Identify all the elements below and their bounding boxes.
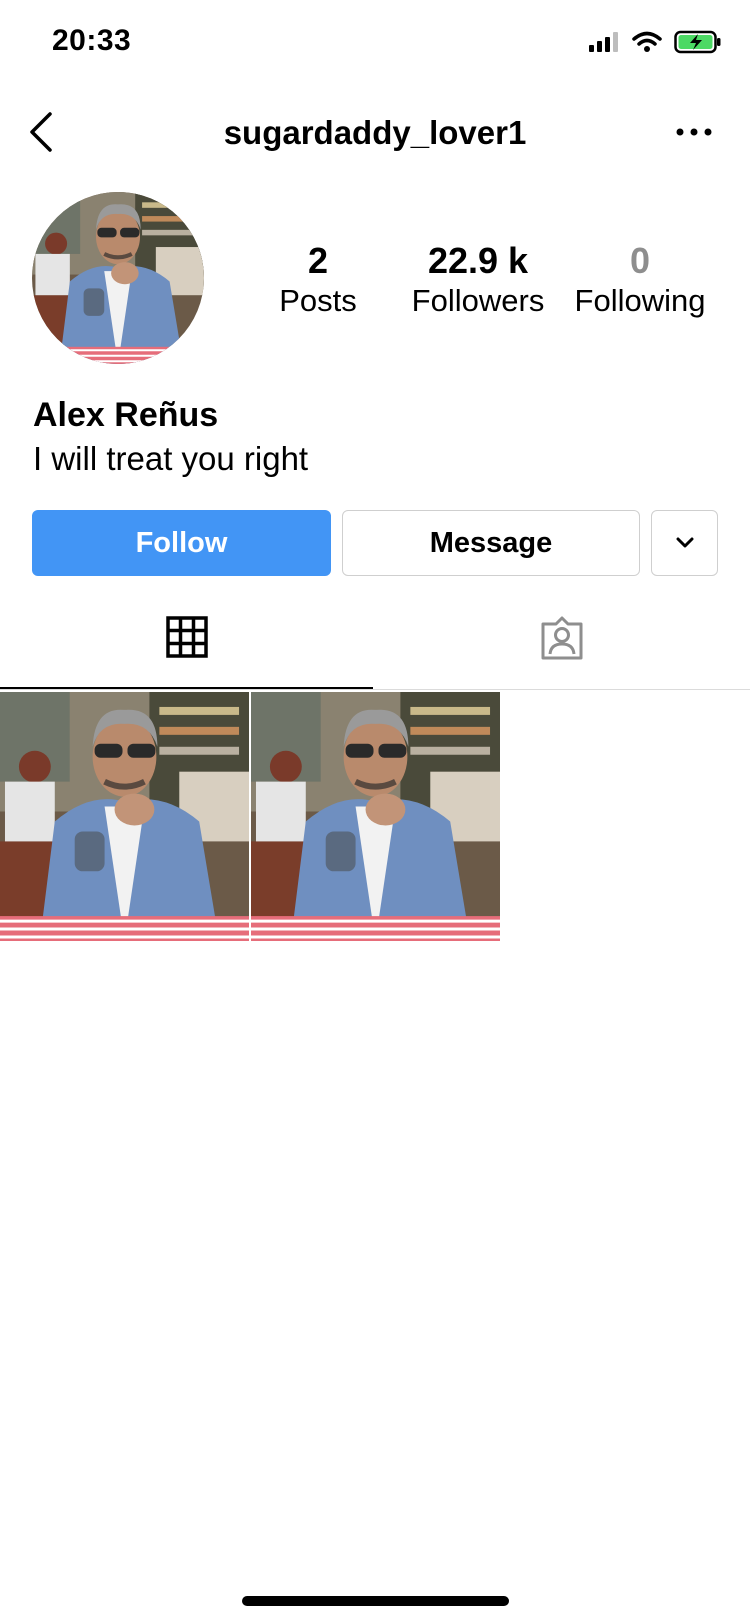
stat-followers[interactable]: 22.9 k Followers — [404, 240, 552, 320]
avatar[interactable] — [32, 192, 204, 364]
stat-followers-value: 22.9 k — [427, 240, 529, 281]
tagged-person-icon — [541, 616, 582, 660]
wifi-icon — [632, 31, 662, 52]
stat-following-label: Following — [574, 283, 706, 318]
status-icons — [588, 30, 722, 54]
tab-divider — [0, 689, 750, 690]
follow-button[interactable]: Follow — [32, 510, 331, 576]
profile-username: sugardaddy_lover1 — [223, 114, 527, 151]
suggested-accounts-button[interactable] — [651, 510, 718, 576]
post-thumbnail-2[interactable] — [251, 692, 500, 941]
grid-icon — [165, 616, 208, 658]
stat-posts-value: 2 — [307, 240, 329, 281]
message-button[interactable]: Message — [342, 510, 640, 576]
chevron-down-icon — [676, 537, 693, 548]
tab-posts-grid[interactable] — [0, 616, 373, 690]
profile-bio: I will treat you right — [33, 440, 309, 477]
stat-posts-label: Posts — [279, 283, 357, 318]
home-indicator[interactable] — [242, 1596, 509, 1606]
display-name: Alex Reñus — [33, 396, 219, 434]
stat-following-value: 0 — [629, 240, 651, 281]
stat-following[interactable]: 0 Following — [566, 240, 714, 320]
cellular-signal-icon — [589, 32, 618, 52]
status-time: 20:33 — [52, 24, 132, 57]
post-thumbnail-1[interactable] — [0, 692, 249, 941]
tab-tagged[interactable] — [373, 616, 750, 690]
more-options-icon[interactable] — [674, 120, 714, 144]
stat-followers-label: Followers — [411, 283, 545, 318]
battery-charging-icon — [674, 30, 721, 54]
stat-posts[interactable]: 2 Posts — [262, 240, 374, 320]
